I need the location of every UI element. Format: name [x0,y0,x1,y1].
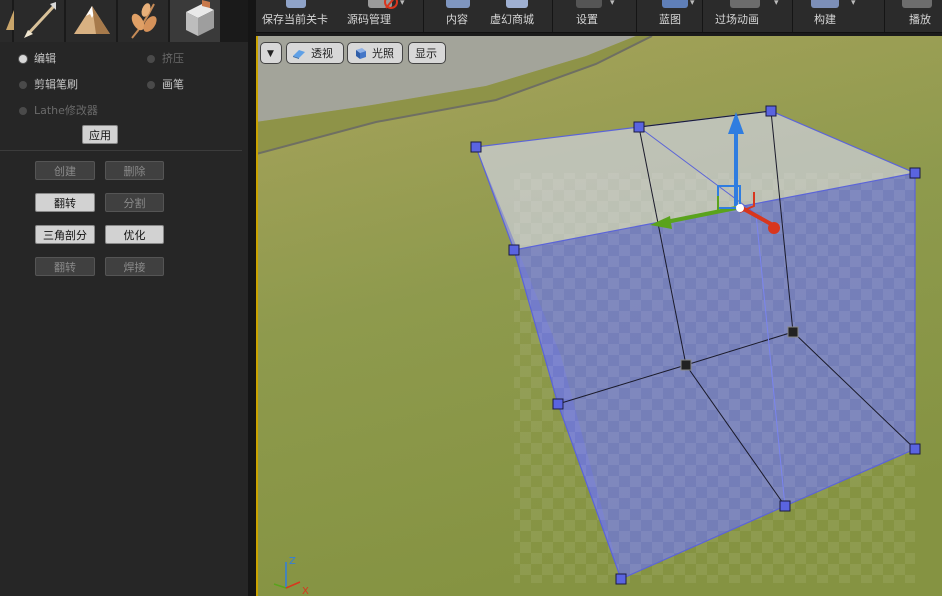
toolbar-label: 源码管理 [347,13,391,26]
cube-checker-overlay [514,173,915,583]
optimize-button[interactable]: 优化 [105,225,164,244]
chevron-down-icon: ▼ [267,49,274,59]
toolbar-separator [792,0,793,32]
radio-indicator [147,55,155,63]
leaf-icon [131,3,157,39]
dropdown-arrow-icon: ▾ [851,0,856,8]
content-icon [446,0,470,8]
perspective-button[interactable]: 透视 [286,42,344,64]
weld-button[interactable]: 焊接 [105,257,164,276]
radio-label: 编辑 [34,52,56,65]
delete-button[interactable]: 删除 [105,161,164,180]
main-toolbar: 保存当前关卡 源码管理 ▾ 内容 虚幻商城 设置 ▾ 蓝图 ▾ 过场动画 ▾ 构… [256,0,942,33]
build-icon [811,0,839,8]
show-label: 显示 [415,47,437,60]
source-control-button[interactable]: 源码管理 ▾ [342,0,412,32]
settings-gear-icon [576,0,602,8]
radio-label: Lathe修改器 [34,104,98,117]
foliage-leaf-tab[interactable] [118,0,168,42]
flip-button[interactable]: 翻转 [35,193,95,212]
radio-indicator [147,81,155,89]
geometry-mode-tab[interactable] [170,0,220,42]
gizmo-pivot-icon [736,204,744,212]
disabled-icon [384,0,398,9]
content-button[interactable]: 内容 [436,0,482,32]
viewport-scene: Z X [256,36,942,596]
landscape-mode-tab[interactable] [0,0,18,42]
panel-splitter[interactable] [248,0,256,596]
radio-label: 剪辑笔刷 [34,78,78,91]
radio-indicator [19,81,27,89]
perspective-label: 透视 [311,47,333,60]
play-button[interactable]: 播放 [896,0,942,32]
paint-mode-tab[interactable] [14,0,64,42]
dropdown-arrow-icon: ▾ [774,0,779,8]
toolbar-separator [636,0,637,32]
turn-button[interactable]: 翻转 [35,257,95,276]
toolbar-separator [884,0,885,32]
toolbar-label: 过场动画 [715,13,759,26]
toolbar-label: 播放 [909,13,931,26]
lit-mode-button[interactable]: 光照 [347,42,403,64]
blueprints-button[interactable]: 蓝图 ▾ [652,0,702,32]
selected-cube-brush[interactable] [470,105,921,585]
perspective-icon [293,50,305,59]
toolbar-separator [423,0,424,32]
foliage-mode-tab[interactable] [66,0,116,42]
marketplace-icon [506,0,528,8]
toolbar-separator [702,0,703,32]
cinematics-button[interactable]: 过场动画 ▾ [708,0,788,32]
axis-z-label: Z [289,556,296,567]
geometry-cube-icon [186,0,214,36]
dropdown-arrow-icon: ▾ [400,0,405,8]
dropdown-arrow-icon: ▾ [690,0,695,8]
marketplace-button[interactable]: 虚幻商城 [486,0,546,32]
apply-button[interactable]: 应用 [82,125,118,144]
gizmo-x-handle-icon [768,222,780,234]
radio-selected-indicator [19,55,27,63]
section-divider [0,150,242,151]
radio-label: 画笔 [162,78,184,91]
save-current-button[interactable]: 保存当前关卡 [256,0,340,32]
geometry-mode-panel: 编辑 挤压 剪辑笔刷 画笔 Lathe修改器 应用 创建 删除 翻转 分割 三角… [0,0,248,596]
save-icon [286,0,306,8]
viewport-active-border [256,36,258,596]
toolbar-label: 内容 [446,13,468,26]
axis-x-label: X [302,586,309,596]
toolbar-label: 虚幻商城 [490,13,534,26]
settings-button[interactable]: 设置 ▾ [566,0,636,32]
blueprint-icon [662,0,688,8]
mode-tab-bar [0,0,248,42]
mountain-icon [74,6,110,34]
toolbar-label: 蓝图 [659,13,681,26]
lit-sphere-icon [356,48,366,59]
play-icon [902,0,932,8]
show-button[interactable]: 显示 [408,42,446,64]
radio-indicator [19,107,27,115]
build-button[interactable]: 构建 ▾ [801,0,861,32]
toolbar-label: 保存当前关卡 [262,13,328,26]
triangulate-button[interactable]: 三角剖分 [35,225,95,244]
viewport-options-button[interactable]: ▼ [260,42,282,64]
cinematics-icon [730,0,760,8]
toolbar-label: 设置 [576,13,598,26]
create-button[interactable]: 创建 [35,161,95,180]
radio-label: 挤压 [162,52,184,65]
dropdown-arrow-icon: ▾ [610,0,615,8]
toolbar-separator [552,0,553,32]
split-button[interactable]: 分割 [105,193,164,212]
level-viewport[interactable]: Z X ▼ 透视 光照 显示 [256,36,942,596]
toolbar-label: 构建 [814,13,836,26]
lit-label: 光照 [372,47,394,60]
paintbrush-icon [24,2,56,38]
